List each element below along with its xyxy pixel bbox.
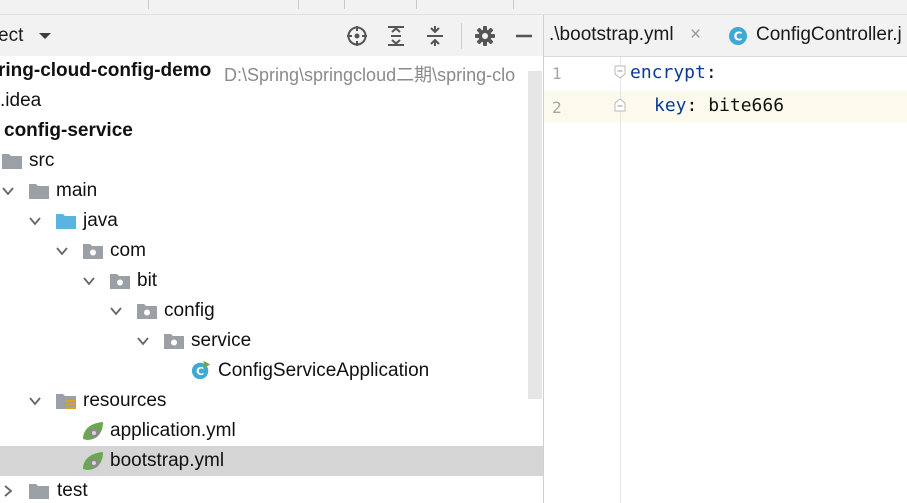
project-toolbar: ect	[0, 15, 543, 56]
tree-item-label: bit	[137, 270, 158, 291]
chevron-down-icon[interactable]	[137, 335, 149, 347]
tree-row-config-service[interactable]: config-service	[0, 116, 543, 146]
spring-yml-icon	[83, 422, 103, 440]
chevron-down-icon[interactable]	[29, 395, 41, 407]
chevron-down-icon[interactable]	[56, 245, 68, 257]
package-icon	[137, 304, 157, 319]
tab-bootstrap-yml[interactable]: .\bootstrap.yml	[549, 24, 674, 46]
tree-item-label: main	[56, 180, 98, 201]
tree-item-label: ConfigServiceApplication	[218, 360, 430, 381]
tree-item-label: src	[29, 150, 55, 171]
fold-end-icon[interactable]	[614, 98, 626, 112]
chevron-down-icon[interactable]	[38, 31, 52, 41]
tree-item-label: application.yml	[110, 420, 236, 441]
package-icon	[110, 274, 130, 289]
tree-row-application-yml[interactable]: application.yml	[0, 416, 543, 446]
tree-item-label: .idea	[0, 90, 42, 111]
tree-item-label: service	[191, 330, 252, 351]
strip-separator	[298, 0, 299, 9]
editor-tab-bar: .\bootstrap.yml × C ConfigController.j	[544, 15, 907, 57]
strip-separator	[344, 0, 345, 9]
tree-row-src[interactable]: src	[0, 146, 543, 176]
tree-row-bootstrap-yml[interactable]: bootstrap.yml	[0, 446, 543, 476]
collapse-all-icon[interactable]	[422, 23, 448, 49]
tree-row-bit[interactable]: bit	[0, 266, 543, 296]
folder-icon	[2, 154, 22, 169]
tree-row-main[interactable]: main	[0, 176, 543, 206]
folder-icon	[29, 184, 49, 199]
tree-item-label: ring-cloud-config-demo	[0, 60, 212, 81]
tree-row-resources[interactable]: resources	[0, 386, 543, 416]
tab-config-controller[interactable]: ConfigController.j	[756, 24, 902, 46]
code-line-2[interactable]: key: bite666	[654, 95, 784, 116]
toolbar-separator	[461, 23, 462, 49]
fold-start-icon[interactable]	[614, 65, 626, 79]
line-number: 2	[552, 98, 562, 117]
package-icon	[83, 244, 103, 259]
tree-item-label: config-service	[4, 120, 133, 141]
yaml-separator: :	[705, 62, 717, 83]
tree-item-label: bootstrap.yml	[110, 450, 225, 471]
chevron-down-icon[interactable]	[110, 305, 122, 317]
tree-row-config-service-application[interactable]: C ConfigServiceApplication	[0, 356, 543, 386]
class-icon: C	[729, 27, 747, 45]
editor-panel: .\bootstrap.yml × C ConfigController.j 1…	[544, 15, 907, 503]
expand-all-icon[interactable]	[383, 23, 409, 49]
crosshair-icon[interactable]	[344, 23, 370, 49]
project-path: D:\Spring\springcloud二期\spring-clo	[224, 65, 516, 85]
tree-row-test[interactable]: test	[0, 476, 543, 503]
strip-separator	[416, 0, 417, 9]
chevron-right-icon[interactable]	[2, 485, 14, 497]
close-icon[interactable]: ×	[690, 24, 701, 46]
tree-row-idea[interactable]: .idea	[0, 86, 543, 116]
yaml-separator: :	[686, 95, 698, 116]
spring-class-icon: C	[191, 360, 211, 380]
yaml-key: encrypt	[630, 62, 706, 83]
svg-text:C: C	[196, 365, 204, 378]
chevron-down-icon[interactable]	[2, 185, 14, 197]
yaml-key: key	[654, 95, 687, 116]
window-top-strip	[0, 0, 907, 15]
spring-yml-icon	[83, 452, 103, 470]
chevron-down-icon[interactable]	[29, 215, 41, 227]
tree-item-label: com	[110, 240, 146, 261]
tree-item-label: test	[57, 480, 88, 501]
project-view-selector-label[interactable]: ect	[0, 25, 23, 47]
yaml-value: bite666	[697, 95, 785, 116]
tree-row-config[interactable]: config	[0, 296, 543, 326]
gear-icon[interactable]	[472, 23, 498, 49]
tree-row-com[interactable]: com	[0, 236, 543, 266]
gutter-border	[620, 57, 621, 503]
tree-row-project-root[interactable]: ring-cloud-config-demo D:\Spring\springc…	[0, 56, 543, 86]
minimize-icon[interactable]	[511, 23, 537, 49]
folder-icon	[29, 484, 49, 499]
project-panel: ect ring-cloud-config-demo D:\Spring\spr…	[0, 15, 543, 503]
tree-row-service[interactable]: service	[0, 326, 543, 356]
tree-item-label: java	[83, 210, 118, 231]
tree-item-label: config	[164, 300, 215, 321]
resources-folder-icon	[56, 394, 76, 409]
tree-row-java[interactable]: java	[0, 206, 543, 236]
package-icon	[164, 334, 184, 349]
strip-separator	[148, 0, 149, 9]
code-line-1[interactable]: encrypt:	[630, 62, 717, 83]
tree-item-label: resources	[83, 390, 167, 411]
line-number: 1	[552, 64, 562, 83]
project-scrollbar[interactable]	[528, 71, 542, 399]
strip-separator	[513, 0, 514, 9]
source-folder-icon	[56, 214, 76, 229]
chevron-down-icon[interactable]	[83, 275, 95, 287]
svg-text:C: C	[734, 30, 743, 44]
